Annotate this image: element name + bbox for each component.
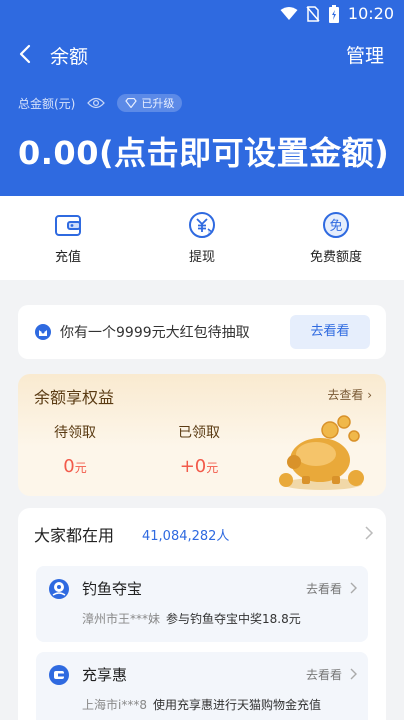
upgrade-badge: 已升级 bbox=[117, 94, 183, 112]
list-item-recharge-deal[interactable]: 充享惠 去看看 上海市i***8 使用充享惠进行天猫购物金充值 bbox=[36, 652, 368, 720]
recharge-deal-icon bbox=[49, 665, 69, 685]
diamond-icon bbox=[125, 98, 138, 108]
benefit-view-label: 去查看 bbox=[327, 388, 364, 402]
item-user: 漳州市王***妹 bbox=[82, 612, 161, 626]
free-quota-icon: 免 bbox=[323, 212, 349, 238]
balance-benefit-card: 余额享权益 去查看 › 待领取 0元 已领取 +0元 bbox=[18, 374, 386, 496]
red-packet-banner[interactable]: 你有一个9999元大红包待抽取 去看看 bbox=[18, 305, 386, 359]
recharge-button[interactable]: 充值 bbox=[18, 210, 118, 265]
status-icons: 10:20 bbox=[280, 4, 394, 23]
no-sim-icon bbox=[306, 5, 320, 22]
withdraw-icon bbox=[189, 212, 215, 238]
action-row: 充值 提现 免 免费额度 bbox=[0, 196, 404, 280]
popular-title: 大家都在用 bbox=[34, 526, 115, 545]
item-user: 上海市i***8 bbox=[82, 698, 147, 712]
red-packet-icon bbox=[35, 324, 51, 340]
chevron-right-icon: › bbox=[367, 388, 372, 402]
chevron-right-icon bbox=[350, 668, 357, 680]
item-desc: 参与钓鱼夺宝中奖18.8元 bbox=[166, 612, 301, 626]
pending-number: 0 bbox=[63, 456, 75, 477]
popular-section: 大家都在用 41,084,282人 钓鱼夺宝 去看看 漳州市王***妹 参与钓鱼夺… bbox=[18, 508, 386, 720]
free-quota-label: 免费额度 bbox=[309, 250, 362, 265]
popular-user-count: 41,084,282人 bbox=[142, 529, 230, 544]
wifi-icon bbox=[280, 6, 298, 20]
manage-button[interactable]: 管理 bbox=[346, 41, 384, 68]
item-activity: 漳州市王***妹 参与钓鱼夺宝中奖18.8元 bbox=[82, 610, 301, 627]
total-amount-label: 总金额(元) bbox=[18, 96, 76, 111]
piggy-bank-icon bbox=[279, 415, 364, 490]
received-number: +0 bbox=[179, 456, 207, 477]
item-desc: 使用充享惠进行天猫购物金充值 bbox=[152, 698, 321, 712]
page-title: 余额 bbox=[50, 46, 89, 68]
chevron-right-icon bbox=[350, 582, 357, 594]
benefit-title: 余额享权益 bbox=[34, 388, 115, 407]
recharge-label: 充值 bbox=[54, 250, 81, 265]
battery-icon bbox=[328, 4, 339, 23]
item-link[interactable]: 去看看 bbox=[306, 580, 342, 597]
benefit-view-link[interactable]: 去查看 › bbox=[327, 386, 372, 403]
wallet-icon bbox=[55, 215, 81, 236]
fishing-icon bbox=[49, 579, 69, 599]
pending-column: 待领取 0元 bbox=[54, 422, 96, 477]
red-packet-text: 你有一个9999元大红包待抽取 bbox=[60, 325, 250, 341]
eye-icon[interactable] bbox=[87, 97, 106, 109]
chevron-right-icon[interactable] bbox=[364, 526, 374, 540]
back-arrow-icon[interactable] bbox=[14, 42, 38, 66]
status-bar: 10:20 bbox=[0, 0, 404, 28]
item-name: 充享惠 bbox=[82, 666, 128, 684]
withdraw-button[interactable]: 提现 bbox=[152, 210, 252, 265]
withdraw-label: 提现 bbox=[188, 250, 215, 265]
item-link[interactable]: 去看看 bbox=[306, 666, 342, 683]
received-label: 已领取 bbox=[178, 425, 220, 441]
free-quota-button[interactable]: 免 免费额度 bbox=[286, 210, 386, 265]
item-name: 钓鱼夺宝 bbox=[82, 580, 143, 598]
balance-header: 余额 管理 总金额(元) 已升级 0.00(点击即可设置金额) bbox=[0, 28, 404, 196]
go-see-button[interactable]: 去看看 bbox=[290, 315, 370, 349]
pending-unit: 元 bbox=[74, 461, 87, 475]
list-item-fishing[interactable]: 钓鱼夺宝 去看看 漳州市王***妹 参与钓鱼夺宝中奖18.8元 bbox=[36, 566, 368, 642]
svg-text:免: 免 bbox=[329, 219, 342, 234]
pending-value: 0元 bbox=[54, 456, 96, 477]
item-activity: 上海市i***8 使用充享惠进行天猫购物金充值 bbox=[82, 696, 321, 713]
pending-label: 待领取 bbox=[54, 425, 96, 441]
received-unit: 元 bbox=[206, 461, 219, 475]
total-amount-row: 总金额(元) 已升级 bbox=[18, 94, 183, 112]
received-column: 已领取 +0元 bbox=[178, 422, 220, 477]
status-time: 10:20 bbox=[347, 4, 394, 23]
upgrade-badge-label: 已升级 bbox=[141, 97, 175, 110]
balance-amount[interactable]: 0.00(点击即可设置金额) bbox=[18, 128, 389, 174]
received-value: +0元 bbox=[178, 456, 220, 477]
